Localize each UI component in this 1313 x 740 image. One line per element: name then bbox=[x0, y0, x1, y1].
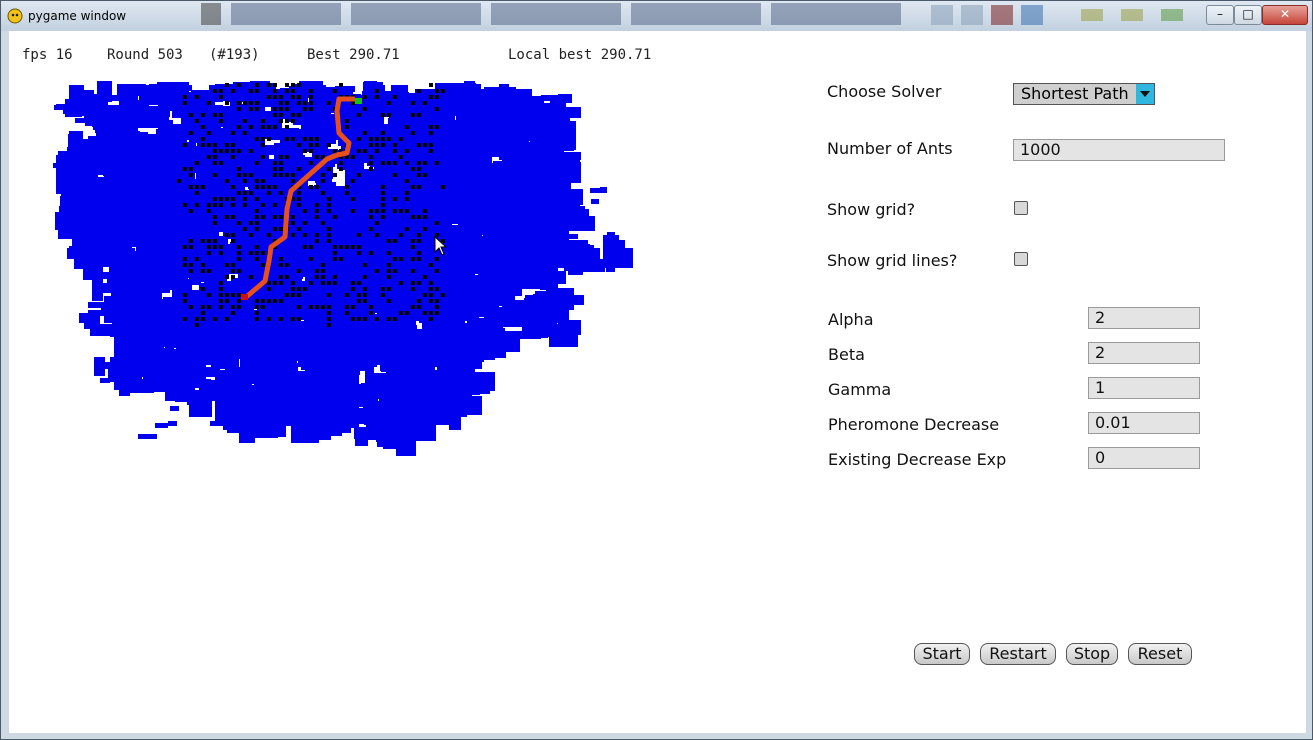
alpha-input[interactable]: 2 bbox=[1088, 307, 1200, 329]
title-bar[interactable]: pygame window – □ ✕ bbox=[1, 1, 1312, 31]
maximize-button[interactable]: □ bbox=[1234, 5, 1262, 25]
local-best-score: Local best 290.71 bbox=[508, 47, 652, 63]
pheromone-decrease-label: Pheromone Decrease bbox=[828, 415, 1000, 434]
number-of-ants-label: Number of Ants bbox=[827, 139, 953, 158]
beta-label: Beta bbox=[828, 345, 865, 364]
chevron-down-icon[interactable] bbox=[1136, 84, 1154, 104]
round-counter: Round 503 bbox=[107, 47, 183, 63]
background-taskbar-ghost bbox=[201, 3, 1183, 25]
show-grid-lines-checkbox[interactable] bbox=[1014, 252, 1028, 266]
close-button[interactable]: ✕ bbox=[1262, 5, 1308, 25]
restart-button[interactable]: Restart bbox=[980, 643, 1056, 665]
gamma-input[interactable]: 1 bbox=[1088, 377, 1200, 399]
simulation-canvas[interactable] bbox=[9, 71, 649, 461]
pygame-surface: fps 16 Round 503 (#193) Best 290.71 Loca… bbox=[9, 31, 1306, 733]
solver-select-value: Shortest Path bbox=[1021, 84, 1129, 103]
solver-select[interactable]: Shortest Path bbox=[1013, 83, 1155, 105]
existing-decrease-exp-label: Existing Decrease Exp bbox=[828, 450, 1007, 469]
number-of-ants-input[interactable]: 1000 bbox=[1013, 139, 1225, 161]
start-cell bbox=[241, 294, 248, 300]
show-grid-lines-label: Show grid lines? bbox=[827, 251, 958, 270]
show-grid-label: Show grid? bbox=[827, 200, 916, 219]
pheromone-decrease-input[interactable]: 0.01 bbox=[1088, 412, 1200, 434]
beta-input[interactable]: 2 bbox=[1088, 342, 1200, 364]
existing-decrease-exp-input[interactable]: 0 bbox=[1088, 447, 1200, 469]
show-grid-checkbox[interactable] bbox=[1014, 201, 1028, 215]
choose-solver-label: Choose Solver bbox=[827, 82, 942, 101]
stop-button[interactable]: Stop bbox=[1066, 643, 1118, 665]
window-title: pygame window bbox=[28, 9, 127, 23]
best-score: Best 290.71 bbox=[307, 47, 400, 63]
reset-button[interactable]: Reset bbox=[1128, 643, 1192, 665]
alpha-label: Alpha bbox=[828, 310, 874, 329]
gamma-label: Gamma bbox=[828, 380, 892, 399]
start-button[interactable]: Start bbox=[914, 643, 970, 665]
fps-counter: fps 16 bbox=[22, 47, 73, 63]
round-id: (#193) bbox=[209, 47, 260, 63]
mouse-cursor-icon bbox=[434, 236, 448, 256]
minimize-button[interactable]: – bbox=[1206, 5, 1234, 25]
goal-cell bbox=[355, 98, 362, 104]
pygame-window: pygame window – □ ✕ fps 16 Round 503 (#1… bbox=[0, 0, 1313, 740]
pygame-app-icon bbox=[7, 8, 23, 24]
